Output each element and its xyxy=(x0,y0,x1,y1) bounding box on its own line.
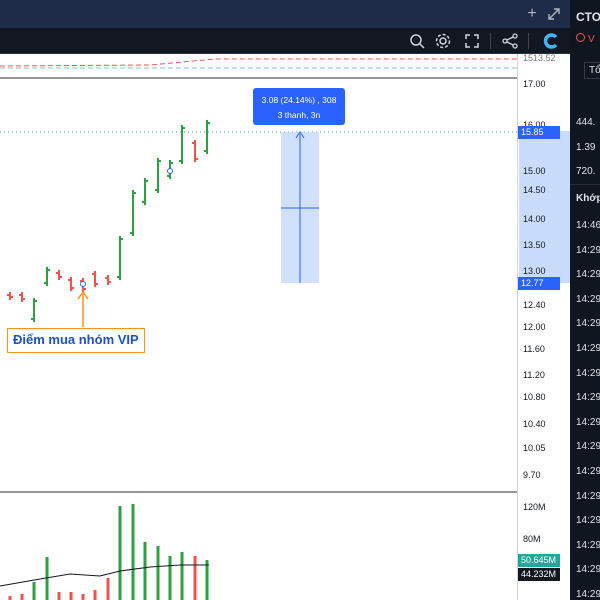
fullscreen-icon[interactable] xyxy=(462,31,482,51)
volume-axis-label: 80M xyxy=(523,534,541,544)
plus-icon[interactable]: + xyxy=(522,4,542,24)
price-tick-label: 11.60 xyxy=(523,344,545,354)
share-icon[interactable] xyxy=(500,31,520,51)
volume-bar xyxy=(32,582,36,600)
symbol-label[interactable]: CTO xyxy=(576,10,600,24)
volume-bar xyxy=(8,596,12,600)
trade-time: 14:46 xyxy=(576,220,600,231)
point-marker xyxy=(167,168,173,174)
volume-bar xyxy=(20,594,24,600)
top-value-label: 1513.52 xyxy=(523,53,556,63)
volume-bar xyxy=(106,578,110,600)
measure-tooltip: 3.08 (24.14%) , 308 3 thanh, 3n xyxy=(253,88,345,125)
trade-time: 14:29 xyxy=(576,515,600,527)
ohlc-bars xyxy=(7,120,210,322)
panel-divider xyxy=(570,184,600,185)
price-tick-label: 10.40 xyxy=(523,419,546,429)
toolbar-divider xyxy=(490,33,491,49)
measure-tooltip-line2: 3 thanh, 3n xyxy=(277,110,321,120)
price-tick-label: 11.20 xyxy=(523,370,545,380)
volume-tag: 50.645M xyxy=(518,554,560,567)
search-settings-icon[interactable] xyxy=(407,31,427,51)
trade-time: 14:29 xyxy=(576,539,600,551)
volume-axis-label: 120M xyxy=(523,502,546,512)
buy-marker xyxy=(80,281,86,287)
price-tick-label: 17.00 xyxy=(523,79,546,89)
trade-time: 14:29 xyxy=(576,564,600,576)
chart-toolbar xyxy=(0,28,570,54)
trade-time: 14:29 xyxy=(576,269,600,281)
trade-time: 14:29 xyxy=(576,441,600,453)
volume-bar xyxy=(205,560,209,600)
volume-tag: 44.232M xyxy=(518,568,560,581)
trade-time: 14:29 xyxy=(576,490,600,502)
alert-toggle[interactable]: V xyxy=(576,33,595,45)
range-low-tag: 12.77 xyxy=(518,277,560,290)
price-tick-label: 12.40 xyxy=(523,300,546,310)
window-titlebar: + xyxy=(0,0,570,28)
trading-app: + 3.08 (24.14%) , 308 3 thanh, 3n Điểm m… xyxy=(0,0,600,600)
trade-time: 14:29 xyxy=(576,318,600,330)
alert-label: V xyxy=(588,34,595,45)
annotation-label[interactable]: Điểm mua nhóm VIP xyxy=(7,328,145,353)
panel-value: 1.39 xyxy=(576,142,596,153)
range-band xyxy=(519,131,570,283)
volume-bars xyxy=(8,504,209,600)
price-tick-label: 15.00 xyxy=(523,166,546,176)
logo-icon[interactable] xyxy=(541,31,561,51)
price-chart[interactable]: 3.08 (24.14%) , 308 3 thanh, 3n Điểm mua… xyxy=(0,54,517,600)
price-tick-label: 13.00 xyxy=(523,266,546,276)
price-tick-label: 12.00 xyxy=(523,322,546,332)
order-book-panel: CTO V Tổ 444. 1.39 720. Khớp 14:46 14:29 1… xyxy=(570,0,600,600)
volume-bar xyxy=(57,592,61,600)
price-tick-label: 13.50 xyxy=(523,240,546,250)
volume-bar xyxy=(69,592,73,600)
last-price-tag: 15.85 xyxy=(518,126,560,139)
panel-value: 444. xyxy=(576,117,596,128)
volume-bar xyxy=(143,542,147,600)
volume-bar xyxy=(168,556,172,600)
trade-time: 14:29 xyxy=(576,367,600,379)
circle-icon xyxy=(576,33,585,42)
matched-section-title: Khớp xyxy=(576,193,600,204)
trade-time: 14:29 xyxy=(576,416,600,428)
volume-bar xyxy=(118,506,122,600)
volume-bar xyxy=(180,552,184,600)
price-tick-label: 10.05 xyxy=(523,443,546,453)
price-axis[interactable]: 1513.52 17.00 16.00 15.00 14.50 14.00 13.50 13… xyxy=(517,53,570,600)
panel-value: 720. xyxy=(576,166,596,177)
expand-arrows-icon[interactable] xyxy=(544,4,564,24)
volume-bar xyxy=(156,546,160,600)
trade-time: 14:29 xyxy=(576,244,600,256)
trade-time: 14:29 xyxy=(576,466,600,477)
price-tick-label: 9.70 xyxy=(523,470,541,480)
top-dashed-line xyxy=(0,58,517,67)
trade-time: 14:29 xyxy=(576,589,600,600)
toolbar-divider xyxy=(528,33,529,49)
volume-bar xyxy=(93,590,97,600)
price-tick-label: 14.50 xyxy=(523,185,546,195)
volume-bar xyxy=(81,594,85,600)
volume-bar xyxy=(193,556,197,600)
price-tick-label: 14.00 xyxy=(523,214,546,224)
gear-icon[interactable] xyxy=(433,31,453,51)
trade-time: 14:29 xyxy=(576,343,600,354)
trade-time: 14:29 xyxy=(576,392,600,404)
volume-bar xyxy=(131,504,135,600)
measure-tooltip-line1: 3.08 (24.14%) , 308 xyxy=(261,95,337,105)
volume-ma-line xyxy=(0,564,209,587)
price-tick-label: 10.80 xyxy=(523,392,546,402)
trade-time: 14:29 xyxy=(576,293,600,305)
panel-tab[interactable]: Tổ xyxy=(584,62,600,79)
